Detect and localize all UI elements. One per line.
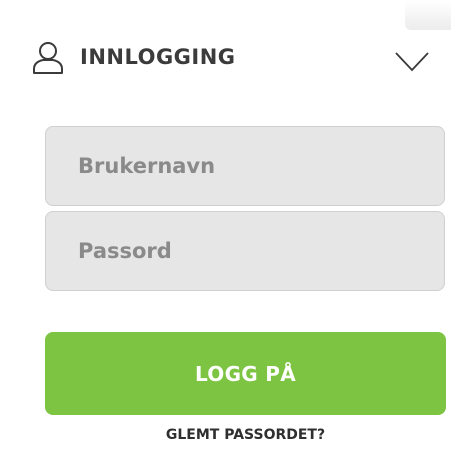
user-icon xyxy=(30,40,66,76)
chevron-down-icon[interactable] xyxy=(395,52,429,72)
username-input[interactable] xyxy=(45,126,445,206)
login-button[interactable]: LOGG PÅ xyxy=(45,332,446,415)
login-header[interactable]: INNLOGGING xyxy=(30,38,440,80)
top-edge-tab xyxy=(405,0,451,30)
password-input[interactable] xyxy=(45,211,445,291)
forgot-password-link[interactable]: GLEMT PASSORDET? xyxy=(45,427,446,443)
page-title: INNLOGGING xyxy=(80,45,236,69)
